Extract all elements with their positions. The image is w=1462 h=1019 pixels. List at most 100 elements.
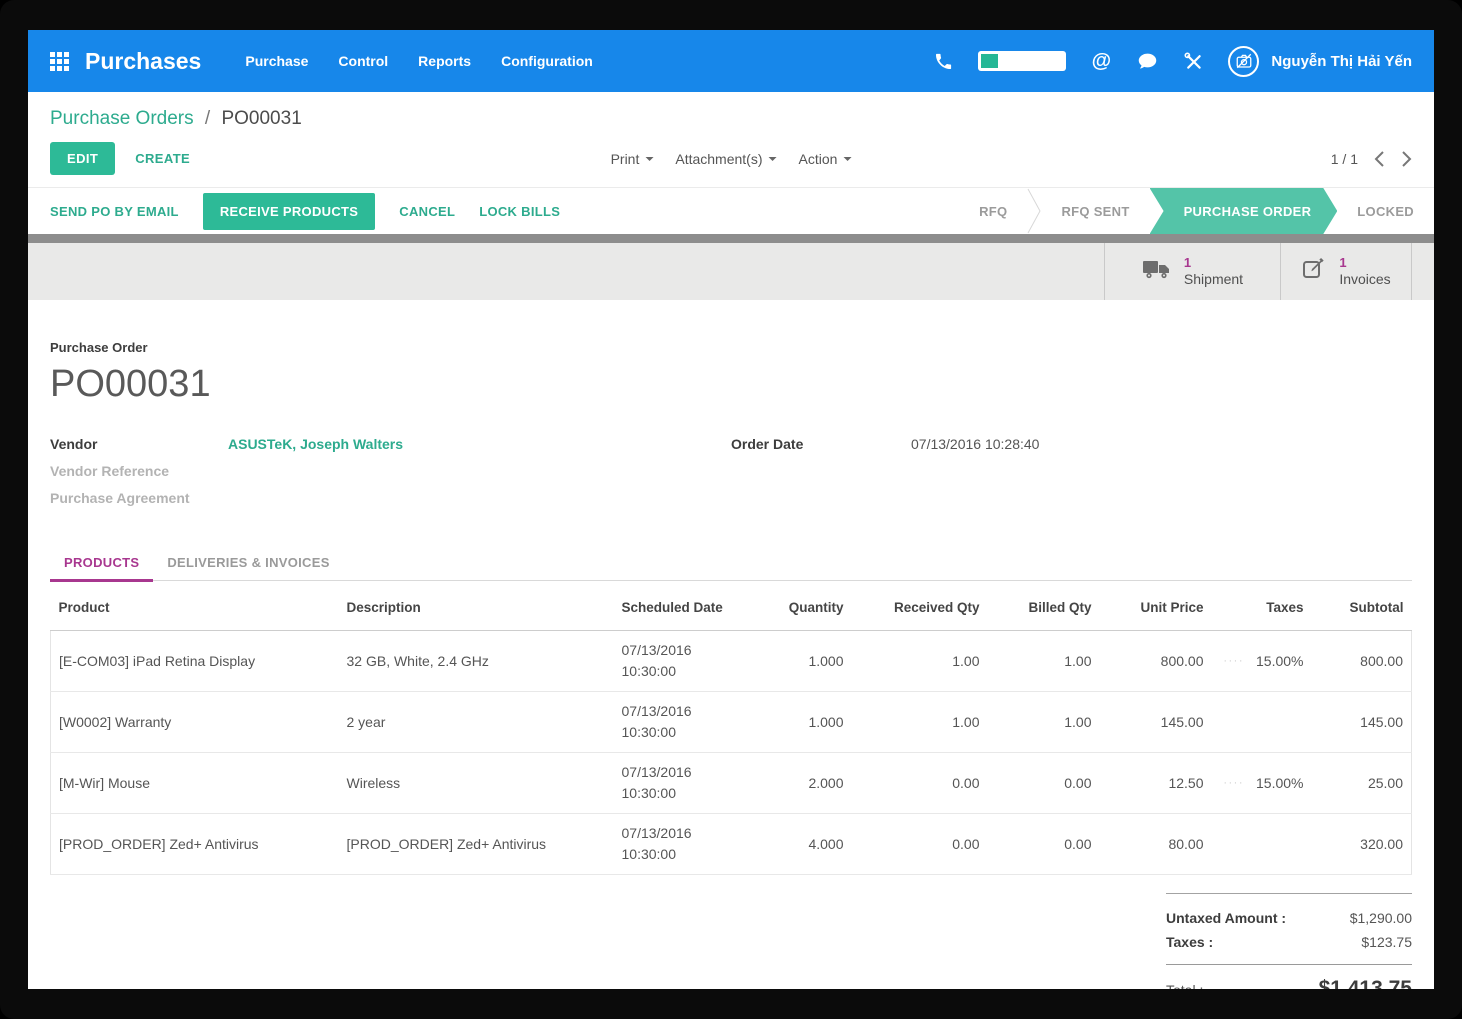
- untaxed-amount-value: $1,290.00: [1350, 910, 1412, 926]
- form-sheet: Purchase Order PO00031 Vendor ASUSTeK, J…: [28, 300, 1434, 989]
- record-type-label: Purchase Order: [50, 340, 1412, 355]
- breadcrumb-parent[interactable]: Purchase Orders: [50, 108, 194, 129]
- step-purchase-order[interactable]: PURCHASE ORDER: [1150, 188, 1338, 234]
- breadcrumb-current: PO00031: [221, 108, 301, 129]
- table-header-row: Product Description Scheduled Date Quant…: [51, 581, 1412, 631]
- cell-product: [M-Wir] Mouse: [51, 753, 339, 814]
- cell-scheduled-date: 07/13/201610:30:00: [614, 753, 736, 814]
- tab-products[interactable]: PRODUCTS: [50, 545, 153, 582]
- vendor-label: Vendor: [50, 436, 228, 452]
- cell-unit-price: 12.50: [1100, 753, 1212, 814]
- chat-bubble-icon[interactable]: [1136, 50, 1158, 72]
- invoices-label: Invoices: [1339, 271, 1390, 289]
- edit-button[interactable]: EDIT: [50, 142, 115, 175]
- statusbar: SEND PO BY EMAIL RECEIVE PRODUCTS CANCEL…: [28, 188, 1434, 234]
- apps-menu-icon[interactable]: [50, 52, 69, 71]
- cell-taxes: [1212, 692, 1312, 753]
- pager: 1 / 1: [1331, 150, 1412, 168]
- notebook-tabs: PRODUCTS DELIVERIES & INVOICES: [50, 545, 1412, 581]
- table-row[interactable]: [PROD_ORDER] Zed+ Antivirus [PROD_ORDER]…: [51, 814, 1412, 875]
- shipment-smart-button[interactable]: 1 Shipment: [1104, 243, 1280, 300]
- cell-product: [PROD_ORDER] Zed+ Antivirus: [51, 814, 339, 875]
- step-separator-icon: [1027, 188, 1041, 234]
- odoo-app-window: Purchases Purchase Control Reports Confi…: [28, 30, 1434, 989]
- top-navbar: Purchases Purchase Control Reports Confi…: [28, 30, 1434, 92]
- status-steps: RFQ RFQ SENT PURCHASE ORDER LOCKED: [959, 188, 1434, 234]
- menu-configuration[interactable]: Configuration: [501, 53, 593, 69]
- create-button[interactable]: CREATE: [135, 151, 190, 166]
- edit-note-icon: [1301, 256, 1327, 287]
- cell-quantity: 2.000: [736, 753, 852, 814]
- table-row[interactable]: [W0002] Warranty 2 year 07/13/201610:30:…: [51, 692, 1412, 753]
- timer-progress-bar[interactable]: [978, 51, 1066, 71]
- invoices-count: 1: [1339, 255, 1390, 271]
- cell-subtotal: 145.00: [1312, 692, 1412, 753]
- col-unit-price: Unit Price: [1100, 581, 1212, 631]
- print-dropdown[interactable]: Print: [611, 151, 654, 167]
- action-dropdown[interactable]: Action: [799, 151, 852, 167]
- cell-received-qty: 0.00: [852, 814, 988, 875]
- col-subtotal: Subtotal: [1312, 581, 1412, 631]
- table-row[interactable]: [M-Wir] Mouse Wireless 07/13/201610:30:0…: [51, 753, 1412, 814]
- taxes-label: Taxes :: [1166, 934, 1213, 950]
- timer-progress-fill: [981, 54, 998, 68]
- chevron-down-icon: [769, 157, 777, 161]
- cell-scheduled-date: 07/13/201610:30:00: [614, 814, 736, 875]
- chevron-down-icon: [843, 157, 851, 161]
- shipment-count: 1: [1184, 255, 1243, 271]
- field-group-right: Order Date 07/13/2016 10:28:40: [731, 436, 1412, 517]
- invoices-smart-button[interactable]: 1 Invoices: [1280, 243, 1412, 300]
- breadcrumb: Purchase Orders / PO00031: [28, 92, 1434, 132]
- cell-quantity: 1.000: [736, 692, 852, 753]
- purchase-agreement-label: Purchase Agreement: [50, 490, 228, 506]
- pager-next-icon[interactable]: [1401, 150, 1412, 168]
- step-locked[interactable]: LOCKED: [1337, 188, 1434, 234]
- tools-icon[interactable]: [1182, 50, 1204, 72]
- phone-icon[interactable]: [932, 50, 954, 72]
- menu-purchase[interactable]: Purchase: [245, 53, 308, 69]
- cell-unit-price: 80.00: [1100, 814, 1212, 875]
- cancel-button[interactable]: CANCEL: [399, 204, 455, 219]
- statusbar-buttons: SEND PO BY EMAIL RECEIVE PRODUCTS CANCEL…: [50, 188, 560, 234]
- cell-subtotal: 320.00: [1312, 814, 1412, 875]
- cell-billed-qty: 0.00: [988, 753, 1100, 814]
- shipment-label: Shipment: [1184, 271, 1243, 289]
- user-name[interactable]: Nguyễn Thị Hải Yến: [1271, 53, 1412, 70]
- breadcrumb-separator: /: [199, 108, 216, 129]
- app-title[interactable]: Purchases: [85, 48, 201, 75]
- step-rfq-sent[interactable]: RFQ SENT: [1041, 188, 1149, 234]
- vendor-link[interactable]: ASUSTeK, Joseph Walters: [228, 436, 403, 452]
- pager-previous-icon[interactable]: [1374, 150, 1385, 168]
- page-title: PO00031: [50, 363, 1412, 406]
- col-product: Product: [51, 581, 339, 631]
- cell-taxes: ····15.00%: [1212, 631, 1312, 692]
- cell-unit-price: 800.00: [1100, 631, 1212, 692]
- order-date-label: Order Date: [731, 436, 911, 452]
- cell-taxes: ····15.00%: [1212, 753, 1312, 814]
- smart-button-band: 1 Shipment 1 Invoices: [28, 243, 1434, 300]
- cell-received-qty: 1.00: [852, 631, 988, 692]
- receive-products-button[interactable]: RECEIVE PRODUCTS: [203, 193, 375, 230]
- tab-deliveries-invoices[interactable]: DELIVERIES & INVOICES: [153, 545, 343, 580]
- navbar-systray: @ Ngu: [932, 46, 1412, 77]
- col-received-qty: Received Qty: [852, 581, 988, 631]
- mention-at-icon[interactable]: @: [1090, 50, 1112, 72]
- truck-icon: [1142, 257, 1172, 286]
- total-value: $1,413.75: [1319, 977, 1412, 989]
- table-row[interactable]: [E-COM03] iPad Retina Display 32 GB, Whi…: [51, 631, 1412, 692]
- step-rfq[interactable]: RFQ: [959, 188, 1027, 234]
- user-avatar[interactable]: [1228, 46, 1259, 77]
- send-po-by-email-button[interactable]: SEND PO BY EMAIL: [50, 204, 179, 219]
- vendor-reference-label: Vendor Reference: [50, 463, 228, 479]
- attachments-dropdown[interactable]: Attachment(s): [675, 151, 776, 167]
- cell-description: Wireless: [339, 753, 614, 814]
- totals-block: Untaxed Amount : $1,290.00 Taxes : $123.…: [1166, 893, 1412, 989]
- lock-bills-button[interactable]: LOCK BILLS: [479, 204, 560, 219]
- order-date-value: 07/13/2016 10:28:40: [911, 436, 1039, 452]
- menu-control[interactable]: Control: [338, 53, 388, 69]
- field-group-left: Vendor ASUSTeK, Joseph Walters Vendor Re…: [50, 436, 731, 517]
- taxes-value: $123.75: [1361, 934, 1412, 950]
- control-panel: EDIT CREATE Print Attachment(s) Action 1…: [28, 132, 1434, 188]
- menu-reports[interactable]: Reports: [418, 53, 471, 69]
- col-quantity: Quantity: [736, 581, 852, 631]
